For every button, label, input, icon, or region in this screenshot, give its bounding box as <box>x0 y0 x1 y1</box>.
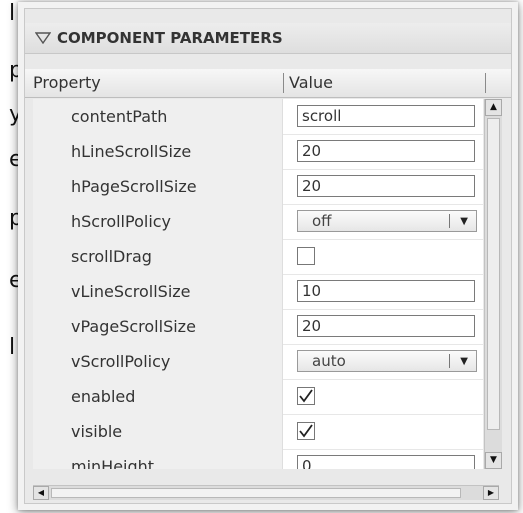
property-name: vLineScrollSize <box>33 274 283 309</box>
property-name: hScrollPolicy <box>33 204 283 239</box>
property-row: visible <box>33 414 483 450</box>
property-name: hPageScrollSize <box>33 169 283 204</box>
property-name: visible <box>33 414 283 449</box>
property-row: vLineScrollSize <box>33 274 483 310</box>
property-grid: contentPath hLineScrollSize hPageScrollS… <box>33 99 483 469</box>
dropdown-value: off <box>312 212 332 230</box>
column-divider[interactable] <box>283 73 284 93</box>
value-column-header[interactable]: Value <box>289 73 333 92</box>
dropdown-divider <box>449 214 450 228</box>
scroll-left-arrow-icon[interactable]: ◀ <box>33 486 49 500</box>
property-row: hScrollPolicy off ▼ <box>33 204 483 240</box>
scroll-down-arrow-icon[interactable]: ▼ <box>485 452 502 469</box>
property-row: hPageScrollSize <box>33 169 483 205</box>
h-scroll-policy-dropdown[interactable]: off ▼ <box>297 210 477 232</box>
property-row: scrollDrag <box>33 239 483 275</box>
h-line-scroll-size-input[interactable] <box>297 140 475 162</box>
property-row: vPageScrollSize <box>33 309 483 345</box>
chevron-down-icon: ▼ <box>460 356 468 367</box>
property-name: hLineScrollSize <box>33 134 283 169</box>
horizontal-scroll-thumb[interactable] <box>51 488 461 498</box>
content-path-input[interactable] <box>297 105 475 127</box>
dropdown-divider <box>449 354 450 368</box>
property-name: minHeight <box>33 449 283 469</box>
scroll-right-arrow-icon[interactable]: ▶ <box>483 486 499 500</box>
checkmark-icon <box>299 389 313 403</box>
column-divider[interactable] <box>485 73 486 93</box>
v-line-scroll-size-input[interactable] <box>297 280 475 302</box>
horizontal-scrollbar[interactable]: ◀ ▶ <box>33 485 499 500</box>
section-title: COMPONENT PARAMETERS <box>57 29 283 47</box>
checkmark-icon <box>299 424 313 438</box>
property-name: scrollDrag <box>33 239 283 274</box>
h-page-scroll-size-input[interactable] <box>297 175 475 197</box>
visible-checkbox[interactable] <box>297 422 315 440</box>
component-parameters-panel: COMPONENT PARAMETERS Property Value cont… <box>18 2 518 510</box>
enabled-checkbox[interactable] <box>297 387 315 405</box>
section-header[interactable]: COMPONENT PARAMETERS <box>25 23 511 54</box>
panel-body: COMPONENT PARAMETERS Property Value cont… <box>24 8 512 504</box>
property-name: vScrollPolicy <box>33 344 283 379</box>
triangle-down-icon[interactable] <box>35 32 51 44</box>
background-letter: l <box>9 335 16 360</box>
vertical-scrollbar[interactable]: ▲ ▼ <box>484 99 502 469</box>
property-row: contentPath <box>33 99 483 135</box>
property-row: hLineScrollSize <box>33 134 483 170</box>
property-row: vScrollPolicy auto ▼ <box>33 344 483 380</box>
property-name: enabled <box>33 379 283 414</box>
v-scroll-policy-dropdown[interactable]: auto ▼ <box>297 350 477 372</box>
vertical-scroll-thumb[interactable] <box>487 118 500 430</box>
property-name: vPageScrollSize <box>33 309 283 344</box>
property-column-header[interactable]: Property <box>33 73 101 92</box>
scroll-up-arrow-icon[interactable]: ▲ <box>485 99 502 116</box>
property-name: contentPath <box>33 99 283 134</box>
v-page-scroll-size-input[interactable] <box>297 315 475 337</box>
property-row: enabled <box>33 379 483 415</box>
background-letter: l <box>9 1 16 26</box>
chevron-down-icon: ▼ <box>460 216 468 227</box>
min-height-input[interactable] <box>297 455 475 469</box>
column-header-row: Property Value <box>25 69 511 98</box>
scroll-drag-checkbox[interactable] <box>297 247 315 265</box>
property-row: minHeight <box>33 449 483 469</box>
dropdown-value: auto <box>312 352 346 370</box>
